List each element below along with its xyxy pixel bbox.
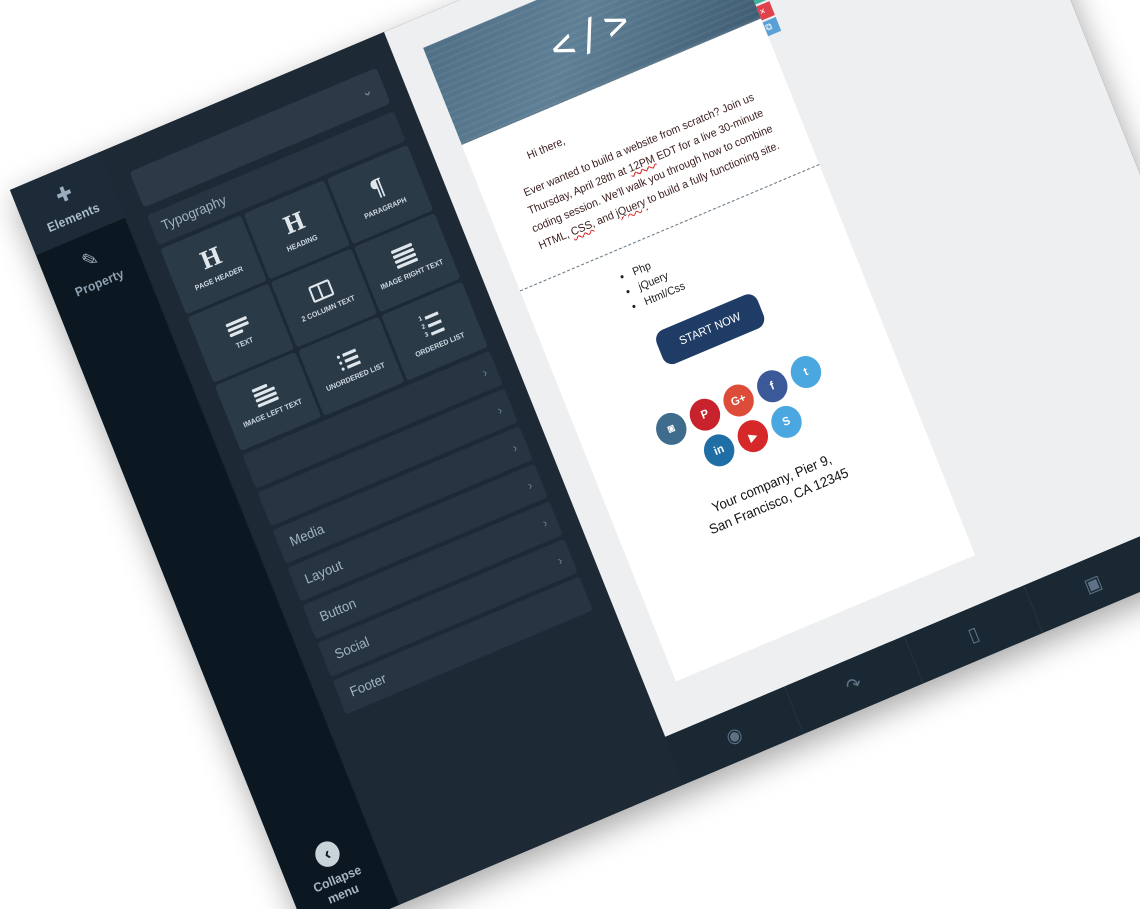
chevron-right-icon: › [495,402,505,418]
columns-icon [307,278,335,304]
chevron-right-icon: › [555,552,565,569]
skype-icon[interactable]: S [766,401,807,443]
instagram-icon[interactable]: ◙ [651,408,692,450]
code-symbol: </> [542,0,642,73]
pilcrow-icon: ¶ [365,172,390,204]
linkedin-icon[interactable]: in [699,429,740,472]
tab-property-label: Property [72,265,126,300]
unordered-list-icon [336,347,361,371]
ordered-list-icon: 123 [418,309,446,339]
chevron-left-icon: ‹ [311,837,344,871]
email-builder-app: ✚ Elements ✎ Property ‹ Collapse menu ⌄ … [10,0,1140,909]
chevron-right-icon: › [510,439,520,456]
tile-label: ORDERED LIST [414,331,466,360]
category-label: Footer [347,670,389,700]
pinterest-icon[interactable]: P [685,393,725,436]
pencil-icon: ✎ [78,246,103,274]
tile-label: 2 COLUMN TEXT [300,294,357,324]
align-left-icon [251,381,280,408]
tile-label: UNORDERED LIST [325,361,387,393]
start-now-button[interactable]: START NOW [652,290,768,368]
google-plus-icon[interactable]: G+ [718,379,759,422]
twitter-icon[interactable]: t [785,351,826,393]
tile-label: TEXT [235,336,255,351]
youtube-icon[interactable]: ▶ [732,415,773,457]
tile-label: IMAGE RIGHT TEXT [379,258,445,292]
chevron-down-icon: ⌄ [358,81,375,101]
text-lines-icon [225,315,251,337]
align-right-icon [390,242,419,270]
tile-label: PARAGRAPH [363,196,408,221]
tile-label: IMAGE LEFT TEXT [242,398,304,430]
chevron-right-icon: › [480,364,490,381]
tab-elements-label: Elements [44,199,102,235]
facebook-icon[interactable]: f [752,365,793,408]
heading-h-icon: H [279,206,310,241]
heading-h-icon: H [196,241,226,276]
chevron-right-icon: › [525,477,535,493]
stage: ✚ Elements ✎ Property ‹ Collapse menu ⌄ … [0,0,1140,909]
puzzle-icon: ✚ [52,181,77,209]
chevron-right-icon: › [540,515,550,531]
